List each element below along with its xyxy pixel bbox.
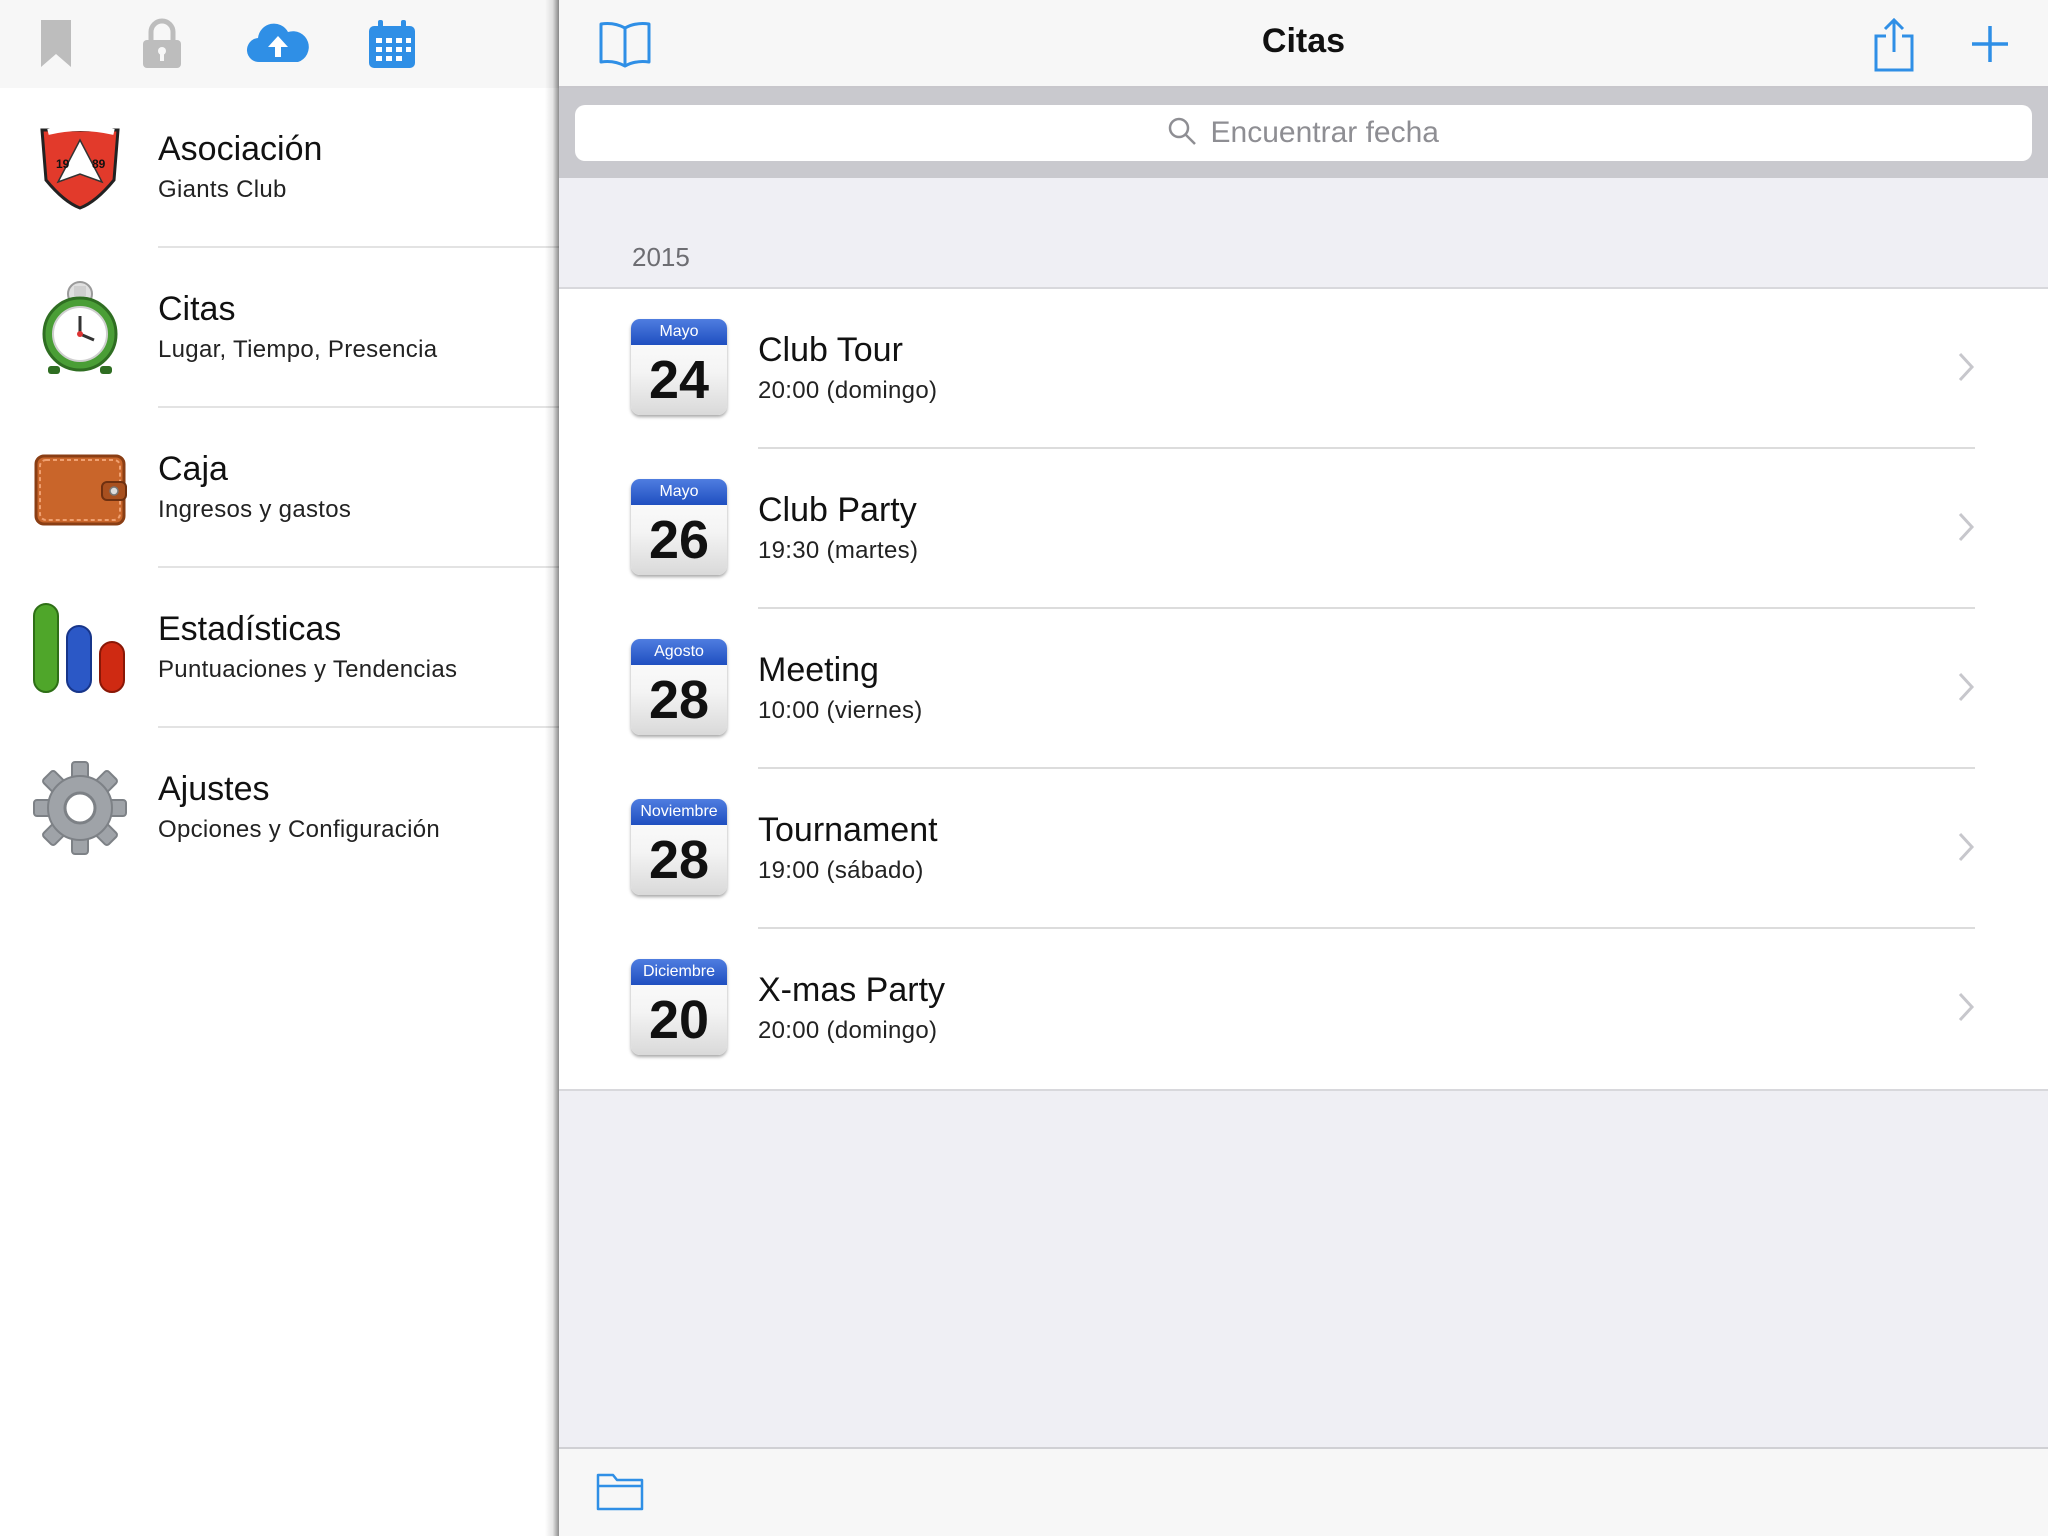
- date-day: 26: [648, 510, 710, 570]
- split-divider: [545, 0, 559, 1536]
- appointments-list: Mayo 24 Club Tour 20:00 (domingo) Mayo 2…: [559, 287, 2048, 1091]
- section-header: 2015: [632, 242, 690, 272]
- appointment-row[interactable]: Mayo 24 Club Tour 20:00 (domingo): [559, 289, 2048, 449]
- chevron-right-icon: [1958, 672, 1975, 702]
- sidebar-item-subtitle: Giants Club: [158, 176, 287, 203]
- svg-text:19: 19: [56, 157, 70, 171]
- search-bar: [559, 88, 2048, 178]
- sidebar-item-subtitle: Puntuaciones y Tendencias: [158, 656, 458, 683]
- calendar-date-icon: Diciembre 20: [631, 959, 727, 1055]
- club-badge-icon: 19 89: [28, 116, 132, 220]
- chevron-right-icon: [1958, 512, 1975, 542]
- appointment-title: X-mas Party: [758, 971, 946, 1009]
- appointment-time: 10:00 (viernes): [758, 697, 923, 724]
- search-icon: [1167, 116, 1197, 151]
- calendar-icon[interactable]: [364, 16, 420, 72]
- share-icon[interactable]: [1864, 14, 1924, 74]
- sidebar-item-title: Estadísticas: [158, 610, 342, 648]
- cloud-upload-icon[interactable]: [246, 16, 310, 72]
- gear-icon: [28, 756, 132, 860]
- sidebar-item-subtitle: Lugar, Tiempo, Presencia: [158, 336, 438, 363]
- appointment-time: 19:00 (sábado): [758, 857, 924, 884]
- calendar-date-icon: Mayo 24: [631, 319, 727, 415]
- appointment-title: Club Party: [758, 491, 917, 529]
- bottom-toolbar: [559, 1447, 2048, 1536]
- sidebar-item-title: Asociación: [158, 130, 323, 168]
- appointment-time: 20:00 (domingo): [758, 1017, 938, 1044]
- sidebar-item-title: Ajustes: [158, 770, 270, 808]
- calendar-date-icon: Noviembre 28: [631, 799, 727, 895]
- chevron-right-icon: [1958, 832, 1975, 862]
- bar-chart-icon: [28, 596, 132, 700]
- appointment-row[interactable]: Noviembre 28 Tournament 19:00 (sábado): [559, 769, 2048, 929]
- bookmark-icon[interactable]: [28, 16, 84, 72]
- search-input[interactable]: [1210, 116, 1441, 150]
- appointment-time: 19:30 (martes): [758, 537, 919, 564]
- date-month: Mayo: [631, 319, 727, 345]
- appointment-title: Meeting: [758, 651, 879, 689]
- sidebar-item-citas[interactable]: Citas Lugar, Tiempo, Presencia: [0, 248, 559, 408]
- sidebar: 19 89 Asociación Giants Club Citas Lugar…: [0, 0, 559, 1536]
- date-month: Mayo: [631, 479, 727, 505]
- sidebar-item-ajustes[interactable]: Ajustes Opciones y Configuración: [0, 728, 559, 888]
- sidebar-item-subtitle: Ingresos y gastos: [158, 496, 352, 523]
- appointment-row[interactable]: Mayo 26 Club Party 19:30 (martes): [559, 449, 2048, 609]
- sidebar-item-caja[interactable]: Caja Ingresos y gastos: [0, 408, 559, 568]
- sidebar-item-title: Citas: [158, 290, 236, 328]
- appointment-title: Tournament: [758, 811, 938, 849]
- folder-icon[interactable]: [595, 1469, 645, 1513]
- date-day: 24: [648, 350, 710, 410]
- search-field[interactable]: [575, 105, 2032, 161]
- calendar-date-icon: Mayo 26: [631, 479, 727, 575]
- date-month: Diciembre: [631, 959, 727, 985]
- sidebar-item-estadisticas[interactable]: Estadísticas Puntuaciones y Tendencias: [0, 568, 559, 728]
- lock-icon[interactable]: [134, 16, 190, 72]
- page-title: Citas: [1261, 22, 1346, 60]
- chevron-right-icon: [1958, 352, 1975, 382]
- app-window: 19 89 Asociación Giants Club Citas Lugar…: [0, 0, 2048, 1536]
- sidebar-item-asociacion[interactable]: 19 89 Asociación Giants Club: [0, 88, 559, 248]
- wallet-icon: [28, 436, 132, 540]
- date-day: 28: [648, 670, 710, 730]
- date-month: Noviembre: [631, 799, 727, 825]
- sidebar-item-subtitle: Opciones y Configuración: [158, 816, 441, 843]
- date-day: 28: [648, 830, 710, 890]
- sidebar-menu: 19 89 Asociación Giants Club Citas Lugar…: [0, 88, 559, 888]
- sidebar-item-title: Caja: [158, 450, 228, 488]
- date-month: Agosto: [631, 639, 727, 665]
- appointment-time: 20:00 (domingo): [758, 377, 938, 404]
- appointment-row[interactable]: Agosto 28 Meeting 10:00 (viernes): [559, 609, 2048, 769]
- sidebar-toolbar: [0, 0, 559, 88]
- appointment-title: Club Tour: [758, 331, 903, 369]
- alarm-clock-icon: [28, 276, 132, 380]
- main-panel: Citas Encuentrar fecha 2015 Mayo 24 Club…: [559, 0, 2048, 1536]
- svg-text:89: 89: [92, 157, 106, 171]
- date-day: 20: [648, 990, 710, 1050]
- chevron-right-icon: [1958, 992, 1975, 1022]
- add-icon[interactable]: [1960, 14, 2020, 74]
- appointment-row[interactable]: Diciembre 20 X-mas Party 20:00 (domingo): [559, 929, 2048, 1089]
- calendar-date-icon: Agosto 28: [631, 639, 727, 735]
- navigation-bar: Citas: [559, 0, 2048, 88]
